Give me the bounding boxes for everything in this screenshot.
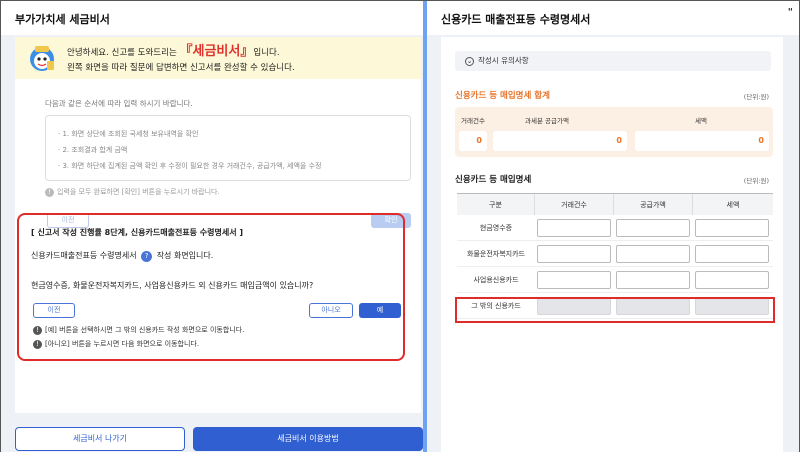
unit-label: (단위:원) [743, 93, 769, 101]
note-no: ! [아니오] 버튼을 누르시면 다음 화면으로 이동합니다. [33, 339, 199, 349]
table-row: 현금영수증 [457, 215, 773, 241]
supply-input[interactable] [616, 270, 690, 289]
sum-count-value: 0 [459, 131, 487, 151]
assistant-help-button[interactable]: 세금비서 이용방법 [193, 427, 423, 451]
column-header: 구분 [457, 194, 535, 215]
info-icon: ! [45, 188, 54, 197]
count-input[interactable] [537, 218, 611, 237]
detail-title: 신용카드 등 매입명세 [455, 175, 532, 185]
tax-input[interactable] [695, 218, 769, 237]
info-icon: ! [33, 340, 42, 349]
sum-label-supply: 과세분 공급가액 [525, 117, 569, 125]
current-step-box: [ 신고서 작성 진행률 8단계, 신용카드매출전표등 수령명세서 ] 신용카드… [17, 213, 405, 361]
highlight-frame [455, 297, 775, 323]
note-yes: ! [예] 버튼을 선택하시면 그 밖의 신용카드 작성 화면으로 이동합니다. [33, 325, 244, 335]
unit-label: (단위:원) [743, 177, 769, 185]
step-item: · 1. 화면 상단에 조회된 국세청 보유내역을 확인 [58, 130, 199, 138]
chevron-down-icon: ⌄ [465, 57, 474, 66]
prev-button[interactable]: 이전 [33, 303, 75, 318]
step-title: [ 신고서 작성 진행률 8단계, 신용카드매출전표등 수령명세서 ] [31, 228, 244, 237]
column-header: 세액 [726, 201, 740, 209]
mascot-icon [30, 46, 54, 71]
column-header: 거래건수 [535, 194, 614, 215]
summary-box: 거래건수 과세분 공급가액 세액 0 0 0 [455, 107, 773, 157]
greeting-line2: 왼쪽 화면을 따라 질문에 답변하면 신고서를 완성할 수 있습니다. [67, 63, 295, 73]
left-panel: 부가가치세 세금비서 안녕하세요. 신고를 도와드리는 『세금비서』입니다. 왼… [1, 1, 425, 452]
summary-title: 신용카드 등 매입명세 합계 [455, 91, 550, 101]
caution-toggle[interactable]: ⌄ 작성시 유의사항 [455, 51, 771, 71]
tax-input[interactable] [695, 244, 769, 263]
tax-input[interactable] [695, 270, 769, 289]
info-icon: ! [33, 326, 42, 335]
count-input[interactable] [537, 270, 611, 289]
step-item: · 2. 조회결과 합계 금액 [58, 146, 128, 154]
supply-input[interactable] [616, 218, 690, 237]
sum-label-count: 거래건수 [461, 117, 485, 125]
sum-supply-value: 0 [493, 131, 627, 151]
complete-hint: ! 입력을 모두 완료하면 [확인] 버튼을 누르시기 바랍니다. [45, 187, 220, 197]
steps-box: · 1. 화면 상단에 조회된 국세청 보유내역을 확인 · 2. 조회결과 합… [45, 115, 411, 181]
row-label: 화물운전자복지카드 [467, 249, 525, 258]
greeting-banner: 안녕하세요. 신고를 도와드리는 『세금비서』입니다. 왼쪽 화면을 따라 질문… [15, 37, 421, 79]
help-icon[interactable]: ? [141, 251, 153, 262]
sum-tax-value: 0 [635, 131, 769, 151]
sum-label-tax: 세액 [695, 117, 707, 125]
right-panel: 신용카드 매출전표등 수령명세서 " ⌄ 작성시 유의사항 신용카드 등 매입명세… [427, 1, 799, 452]
supply-input[interactable] [616, 244, 690, 263]
count-input[interactable] [537, 244, 611, 263]
left-panel-title: 부가가치세 세금비서 [1, 1, 425, 35]
instruction-text: 다음과 같은 순서에 따라 입력 하시기 바랍니다. [45, 99, 193, 108]
form-card: ⌄ 작성시 유의사항 신용카드 등 매입명세 합계 (단위:원) 거래건수 과세분… [441, 37, 783, 452]
table-row: 화물운전자복지카드 [457, 241, 773, 267]
brand-name: 『세금비서』 [179, 44, 254, 59]
column-header: 공급가액 [614, 194, 693, 215]
step-description: 신용카드매출전표등 수령명세서 ? 작성 화면입니다. [31, 251, 214, 262]
step-item: · 3. 화면 하단에 집계된 금액 확인 후 수정이 필요한 경우 거래건수,… [58, 162, 322, 170]
greeting-line1: 안녕하세요. 신고를 도와드리는 『세금비서』입니다. [67, 44, 280, 59]
step-question: 현금영수증, 화물운전자복지카드, 사업용신용카드 외 신용카드 매입금액이 있… [31, 281, 314, 290]
yes-button[interactable]: 예 [359, 303, 401, 318]
exit-assistant-button[interactable]: 세금비서 나가기 [15, 427, 185, 451]
row-label: 현금영수증 [479, 223, 513, 232]
right-panel-title: 신용카드 매출전표등 수령명세서 [427, 1, 799, 35]
corner-mark: " [787, 7, 793, 18]
table-header: 구분 거래건수 공급가액 세액 [457, 193, 773, 215]
table-row: 사업용신용카드 [457, 267, 773, 293]
row-label: 사업용신용카드 [473, 275, 519, 284]
no-button[interactable]: 아니오 [309, 303, 353, 318]
